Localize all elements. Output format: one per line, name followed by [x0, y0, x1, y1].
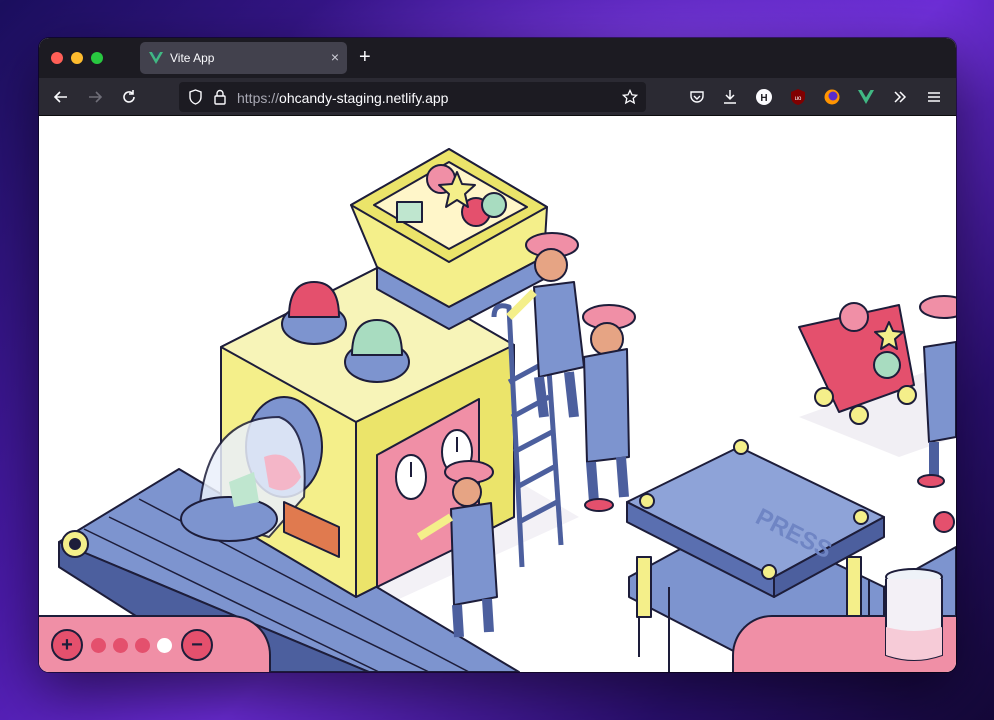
download-icon[interactable]	[720, 87, 740, 107]
navigation-bar: https://ohcandy-staging.netlify.app H uo	[39, 78, 956, 116]
honey-extension-icon[interactable]: H	[754, 87, 774, 107]
menu-icon[interactable]	[924, 87, 944, 107]
pocket-icon[interactable]	[687, 87, 707, 107]
tab-vite-app[interactable]: Vite App ×	[140, 42, 347, 74]
window-controls	[51, 52, 103, 64]
zoom-out-button[interactable]: −	[181, 629, 213, 661]
slide-dot-2[interactable]	[113, 638, 128, 653]
svg-text:uo: uo	[795, 96, 802, 102]
tab-title: Vite App	[170, 51, 215, 65]
svg-text:H: H	[760, 93, 767, 104]
url-text[interactable]: https://ohcandy-staging.netlify.app	[237, 90, 448, 106]
slide-dot-3[interactable]	[135, 638, 150, 653]
url-host: ohcandy-staging.netlify.app	[279, 90, 449, 106]
worker-standing	[582, 304, 636, 512]
candy-factory-illustration: PRESS	[58, 148, 956, 672]
ublock-icon[interactable]: uo	[788, 87, 808, 107]
bookmark-star-icon[interactable]	[620, 87, 640, 107]
overflow-icon[interactable]	[890, 87, 910, 107]
new-tab-button[interactable]: +	[359, 47, 371, 67]
tab-close-button[interactable]: ×	[331, 49, 339, 65]
url-scheme: https://	[237, 90, 280, 106]
slide-dot-4[interactable]	[157, 638, 172, 653]
forward-icon[interactable]	[85, 87, 105, 107]
close-window-button[interactable]	[51, 52, 63, 64]
minimize-window-button[interactable]	[71, 52, 83, 64]
firefox-extension-icon[interactable]	[822, 87, 842, 107]
vue-devtools-icon[interactable]	[856, 87, 876, 107]
glass-jar-icon	[885, 568, 943, 661]
page-content: PRESS + −	[39, 117, 956, 672]
address-bar[interactable]: https://ohcandy-staging.netlify.app	[179, 82, 646, 112]
slide-controls: + −	[39, 615, 271, 672]
tab-strip: Vite App × +	[39, 38, 956, 78]
maximize-window-button[interactable]	[91, 52, 103, 64]
reload-icon[interactable]	[119, 87, 139, 107]
jar-panel	[732, 568, 956, 672]
zoom-in-button[interactable]: +	[51, 629, 83, 661]
vue-logo-icon	[149, 52, 163, 64]
back-icon[interactable]	[51, 87, 71, 107]
browser-window: Vite App × + https://ohcandy-staging.net…	[39, 38, 956, 672]
slide-dot-1[interactable]	[91, 638, 106, 653]
shield-icon[interactable]	[185, 87, 205, 107]
lock-icon[interactable]	[210, 87, 230, 107]
